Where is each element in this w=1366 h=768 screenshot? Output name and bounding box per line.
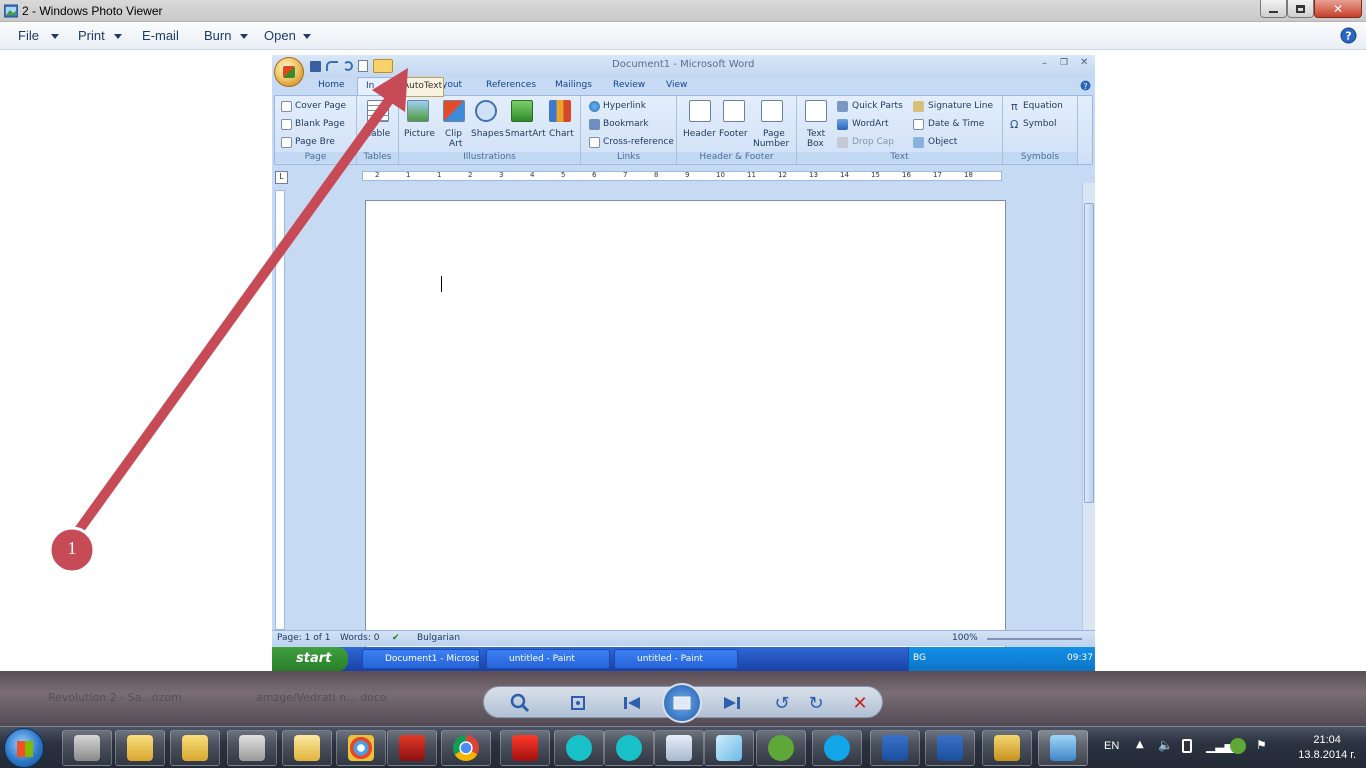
annotation-number: 1: [67, 538, 77, 558]
annotation-arrow: [48, 68, 408, 574]
